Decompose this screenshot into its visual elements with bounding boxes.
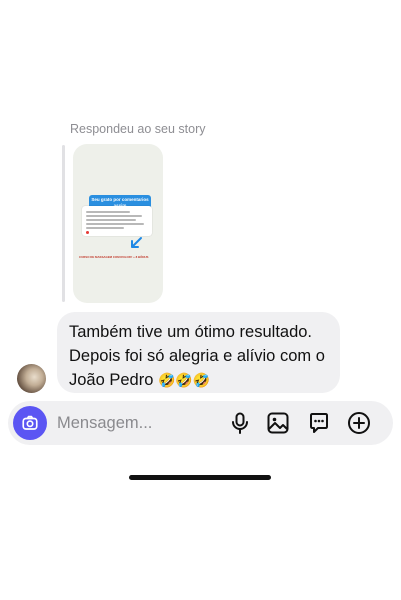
story-thumbnail[interactable]: Seu grato por comentarios assim CURSO DE… <box>73 144 163 303</box>
message-line: Depois foi só alegria e alívio com o <box>69 347 325 365</box>
microphone-icon[interactable] <box>228 411 252 435</box>
home-indicator[interactable] <box>129 475 271 480</box>
story-thumbnail-card <box>82 206 152 236</box>
message-line: Também tive um ótimo resultado. <box>69 323 313 341</box>
message-bubble[interactable]: Também tive um ótimo resultado. Depois f… <box>57 312 340 393</box>
sticker-icon[interactable] <box>307 411 331 435</box>
story-thumbnail-footer: CURSO DE MASSAGEM COM ROLOFF + 8 BÔNUS <box>79 255 149 259</box>
message-input[interactable] <box>57 412 217 434</box>
camera-button[interactable] <box>13 406 47 440</box>
message-line: João Pedro 🤣🤣🤣 <box>69 368 328 392</box>
message-composer <box>8 401 393 445</box>
gallery-icon[interactable] <box>266 411 290 435</box>
message-text: João Pedro <box>69 371 154 389</box>
plus-icon[interactable] <box>347 411 371 435</box>
avatar[interactable] <box>17 364 46 393</box>
quote-bar <box>62 145 65 302</box>
story-reply-label: Respondeu ao seu story <box>70 122 206 136</box>
camera-icon <box>22 415 38 430</box>
laughing-emoji: 🤣🤣🤣 <box>158 372 211 388</box>
arrow-icon <box>131 237 142 248</box>
